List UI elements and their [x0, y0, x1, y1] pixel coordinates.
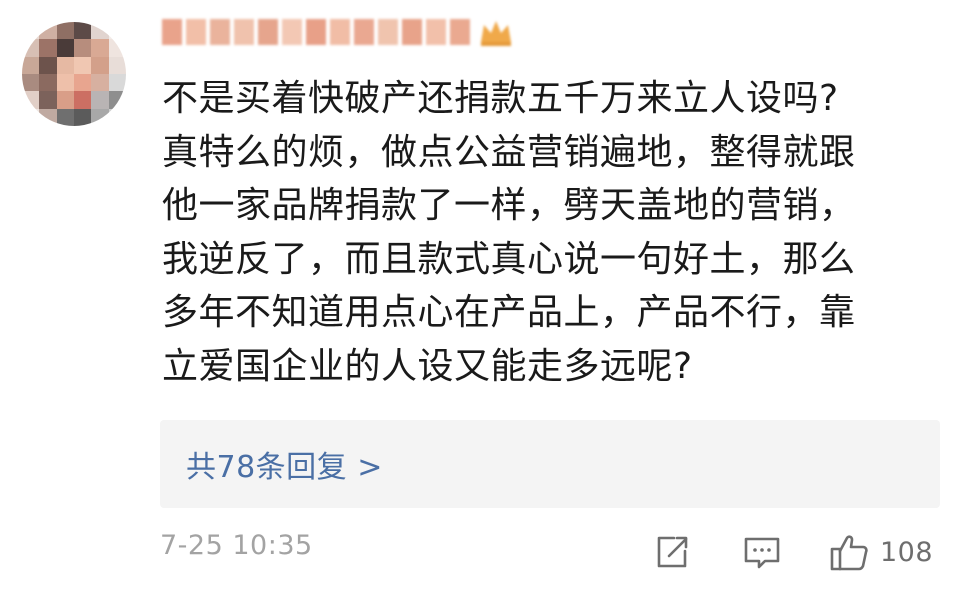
- comment-timestamp: 7-25 10:35: [160, 530, 313, 561]
- like-count: 108: [880, 536, 934, 568]
- avatar[interactable]: [22, 22, 126, 126]
- comment-line: 立爱国企业的人设又能走多远呢?: [162, 345, 693, 387]
- share-icon: [657, 536, 688, 568]
- comment-line: 我逆反了，而且款式真心说一句好土，那么: [162, 238, 856, 280]
- vip-crown-icon: [481, 21, 511, 46]
- comment-text: 不是买着快破产还捐款五千万来立人设吗? 真特么的烦，做点公益营销遍地，整得就跟 …: [162, 72, 952, 393]
- replies-box[interactable]: 共78条回复 >: [160, 420, 940, 508]
- view-replies-link[interactable]: 共78条回复 >: [186, 442, 383, 486]
- like-button[interactable]: 108: [828, 530, 933, 574]
- comment-icon: [744, 537, 780, 569]
- comment-line: 真特么的烦，做点公益营销遍地，整得就跟: [162, 131, 856, 173]
- comment-line: 不是买着快破产还捐款五千万来立人设吗?: [162, 78, 839, 119]
- comment-line: 他一家品牌捐款了一样，劈天盖地的营销，: [162, 185, 856, 226]
- username[interactable]: [162, 10, 514, 54]
- thumbs-up-icon: [830, 535, 868, 571]
- comment-line: 多年不知道用点心在产品上，产品不行，靠: [162, 292, 856, 333]
- share-button[interactable]: [652, 530, 692, 574]
- comment-button[interactable]: [742, 530, 782, 574]
